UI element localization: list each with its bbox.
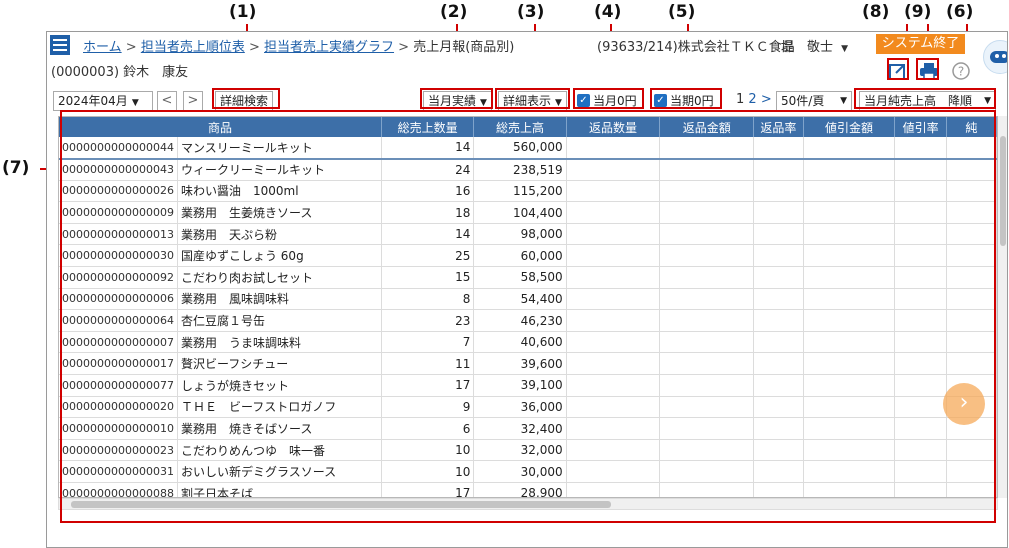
user-name: 堤 敬士 [781,40,834,55]
highlight-box-2 [420,88,493,109]
breadcrumb-current-page: 売上月報(商品別) [413,40,515,55]
highlight-box-5 [650,88,722,109]
page-next-link[interactable]: > [761,92,772,107]
breadcrumb-graph-link[interactable]: 担当者売上実績グラフ [264,40,394,55]
assistant-mascot-icon[interactable] [983,40,1007,74]
help-icon[interactable]: ? [951,61,971,81]
chevron-down-icon: ▼ [131,98,139,108]
system-exit-button[interactable]: システム終了 [876,34,965,54]
callout-9: (9) [904,2,932,22]
user-menu[interactable]: 堤 敬士 ▼ [781,36,848,55]
pagination: 1 2 > [736,92,772,107]
highlight-box-9 [916,58,939,80]
svg-text:?: ? [958,65,964,79]
callout-4: (4) [594,2,622,22]
highlight-box-4 [573,88,644,109]
month-select[interactable]: 2024年04月 ▼ [53,91,153,111]
callout-3: (3) [517,2,545,22]
vertical-scrollbar[interactable] [998,116,1007,498]
page-2-link[interactable]: 2 [748,92,756,107]
per-page-select[interactable]: 50件/頁 ▼ [776,91,852,111]
month-value: 2024年04月 [58,94,128,108]
breadcrumb-home-link[interactable]: ホーム [83,40,122,55]
highlight-box-1 [212,88,280,109]
highlight-box-8 [887,58,909,80]
hamburger-menu-icon[interactable] [50,35,70,55]
callout-6: (6) [946,2,974,22]
highlight-box-7 [60,110,996,523]
callout-5: (5) [668,2,696,22]
per-page-value: 50件/頁 [781,94,825,108]
chevron-down-icon: ▼ [840,96,847,106]
company-label: (93633/214)株式会社ＴＫＣ食品 [597,40,795,55]
prev-month-button[interactable]: < [157,91,177,111]
scrollbar-thumb[interactable] [1000,136,1006,246]
breadcrumb: ホーム > 担当者売上順位表 > 担当者売上実績グラフ > 売上月報(商品別) [83,36,514,55]
highlight-box-3 [495,88,570,109]
breadcrumb-separator: > [125,40,137,55]
breadcrumb-separator: > [398,40,410,55]
page-1[interactable]: 1 [736,92,744,107]
user-code-label: (0000003) 鈴木 康友 [51,65,189,80]
callout-7: (7) [2,158,30,178]
breadcrumb-separator: > [248,40,260,55]
screenshot-stage: (1) (2) (3) (4) (5) (8) (9) (6) (7) ホーム … [0,0,1009,548]
top-bar: ホーム > 担当者売上順位表 > 担当者売上実績グラフ > 売上月報(商品別) … [47,32,1007,58]
next-month-button[interactable]: > [183,91,203,111]
highlight-box-6 [854,88,996,109]
chevron-down-icon: ▼ [841,44,849,54]
callout-8: (8) [862,2,890,22]
breadcrumb-ranking-link[interactable]: 担当者売上順位表 [141,40,245,55]
callout-1: (1) [229,2,257,22]
callout-2: (2) [440,2,468,22]
